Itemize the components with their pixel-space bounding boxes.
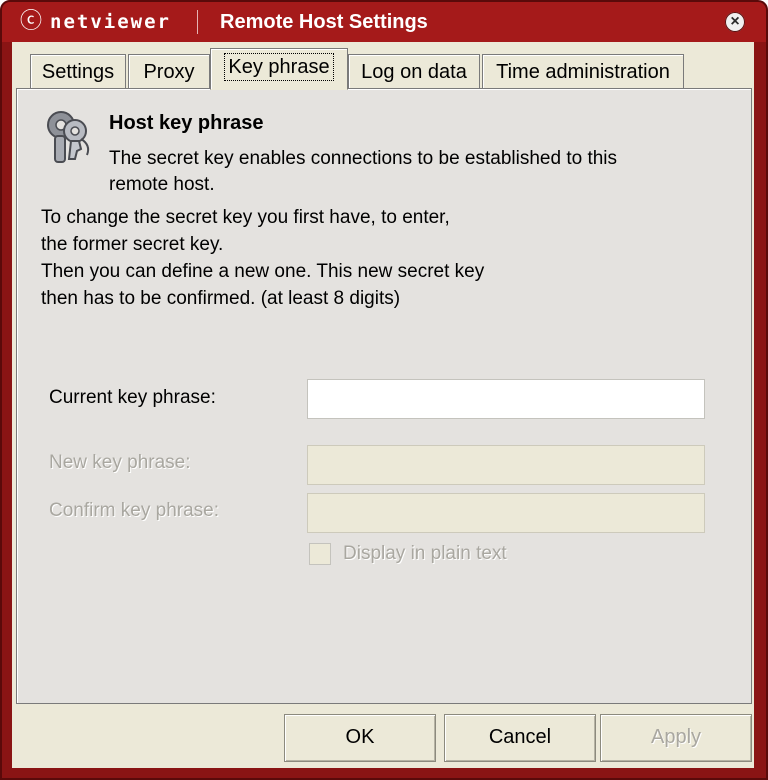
checkbox-box[interactable]	[309, 543, 331, 565]
new-key-phrase-input[interactable]	[307, 445, 705, 485]
tab-settings[interactable]: Settings	[30, 54, 126, 89]
close-icon: ×	[730, 13, 740, 30]
key-phrase-panel: Host key phrase The secret key enables c…	[16, 88, 752, 704]
tab-key-phrase-label: Key phrase	[224, 53, 334, 81]
confirm-key-phrase-input[interactable]	[307, 493, 705, 533]
title-separator	[197, 10, 198, 34]
section-description: The secret key enables connections to be…	[109, 148, 618, 195]
tab-time-administration[interactable]: Time administration	[482, 54, 684, 89]
cancel-button[interactable]: Cancel	[444, 714, 596, 762]
new-key-phrase-label: New key phrase:	[49, 452, 191, 473]
tab-key-phrase[interactable]: Key phrase	[210, 48, 348, 90]
client-area: Settings Proxy Key phrase Log on data Ti…	[12, 42, 754, 768]
display-plain-text-label: Display in plain text	[343, 543, 507, 564]
tab-settings-label: Settings	[41, 61, 115, 83]
section-title: Host key phrase	[109, 112, 264, 134]
current-key-phrase-input[interactable]	[307, 379, 705, 419]
apply-button[interactable]: Apply	[600, 714, 752, 762]
dialog-window: ⓒ netviewer Remote Host Settings × Settin…	[0, 0, 768, 780]
instruction-line: the former secret key.	[41, 234, 224, 255]
tab-log-on-data-label: Log on data	[361, 61, 467, 83]
display-plain-text-checkbox[interactable]: Display in plain text	[307, 541, 507, 567]
brand-name: netviewer	[50, 11, 171, 33]
ok-button[interactable]: OK	[284, 714, 436, 762]
instruction-line: To change the secret key you first have,…	[41, 207, 450, 228]
instructions-text: To change the secret key you first have,…	[41, 204, 681, 312]
netviewer-logo-icon: ⓒ	[20, 9, 45, 34]
close-button[interactable]: ×	[725, 12, 745, 32]
instruction-line: Then you can define a new one. This new …	[41, 261, 485, 282]
tab-proxy[interactable]: Proxy	[128, 54, 210, 89]
confirm-key-phrase-label: Confirm key phrase:	[49, 500, 220, 521]
tab-time-administration-label: Time administration	[496, 61, 670, 83]
tab-log-on-data[interactable]: Log on data	[348, 54, 480, 89]
title-bar[interactable]: ⓒ netviewer Remote Host Settings ×	[2, 2, 766, 42]
instruction-line: then has to be confirmed. (at least 8 di…	[41, 288, 401, 309]
netviewer-logo: ⓒ netviewer	[20, 10, 171, 34]
window-title: Remote Host Settings	[220, 11, 428, 33]
tab-proxy-label: Proxy	[143, 61, 195, 83]
keys-icon	[47, 111, 90, 163]
current-key-phrase-label: Current key phrase:	[49, 387, 216, 408]
